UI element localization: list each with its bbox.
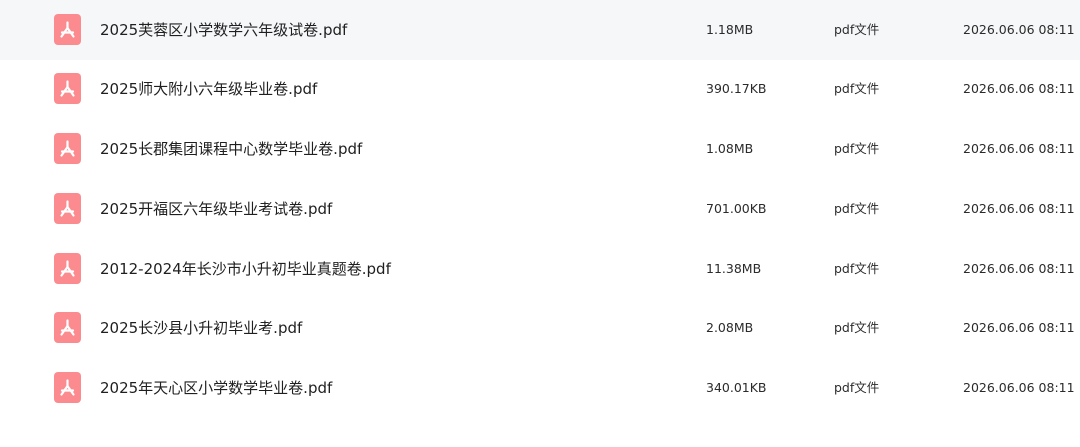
file-row[interactable]: 2025芙蓉区小学数学六年级试卷.pdf 1.18MB pdf文件 2026.0… <box>0 0 1080 60</box>
file-list: 2025芙蓉区小学数学六年级试卷.pdf 1.18MB pdf文件 2026.0… <box>0 0 1080 447</box>
pdf-file-icon <box>54 253 81 284</box>
file-name[interactable]: 2025芙蓉区小学数学六年级试卷.pdf <box>100 19 347 41</box>
file-date: 2026.06.06 08:11 <box>963 201 1075 216</box>
file-date: 2026.06.06 08:11 <box>963 81 1075 96</box>
file-size: 11.38MB <box>706 261 762 276</box>
file-size: 701.00KB <box>706 201 767 216</box>
file-type: pdf文件 <box>834 201 880 216</box>
file-row[interactable]: 2025年天心区小学数学毕业卷.pdf 340.01KB pdf文件 2026.… <box>0 358 1080 418</box>
pdf-file-icon <box>54 14 81 45</box>
file-size: 390.17KB <box>706 81 767 96</box>
file-date: 2026.06.06 08:11 <box>963 22 1075 37</box>
file-date: 2026.06.06 08:11 <box>963 261 1075 276</box>
file-row[interactable]: 2025师大附小六年级毕业卷.pdf 390.17KB pdf文件 2026.0… <box>0 59 1080 119</box>
pdf-file-icon <box>54 133 81 164</box>
file-type: pdf文件 <box>834 380 880 395</box>
pdf-file-icon <box>54 73 81 104</box>
file-name[interactable]: 2012-2024年长沙市小升初毕业真题卷.pdf <box>100 258 391 280</box>
pdf-file-icon <box>54 312 81 343</box>
file-row[interactable]: 2025开福区六年级毕业考试卷.pdf 701.00KB pdf文件 2026.… <box>0 179 1080 239</box>
file-type: pdf文件 <box>834 141 880 156</box>
pdf-file-icon <box>54 372 81 403</box>
file-date: 2026.06.06 08:11 <box>963 380 1075 395</box>
pdf-file-icon <box>54 193 81 224</box>
file-name[interactable]: 2025师大附小六年级毕业卷.pdf <box>100 78 317 100</box>
file-size: 2.08MB <box>706 320 754 335</box>
file-type: pdf文件 <box>834 22 880 37</box>
file-name[interactable]: 2025开福区六年级毕业考试卷.pdf <box>100 198 332 220</box>
file-type: pdf文件 <box>834 81 880 96</box>
file-name[interactable]: 2025年天心区小学数学毕业卷.pdf <box>100 377 332 399</box>
file-name[interactable]: 2025长沙县小升初毕业考.pdf <box>100 317 302 339</box>
file-date: 2026.06.06 08:11 <box>963 141 1075 156</box>
file-size: 1.08MB <box>706 141 754 156</box>
file-row[interactable]: 2025长郡集团课程中心数学毕业卷.pdf 1.08MB pdf文件 2026.… <box>0 119 1080 179</box>
file-size: 340.01KB <box>706 380 767 395</box>
file-size: 1.18MB <box>706 22 754 37</box>
file-name[interactable]: 2025长郡集团课程中心数学毕业卷.pdf <box>100 138 362 160</box>
file-row[interactable]: 2012-2024年长沙市小升初毕业真题卷.pdf 11.38MB pdf文件 … <box>0 239 1080 299</box>
file-date: 2026.06.06 08:11 <box>963 320 1075 335</box>
file-row[interactable]: 2025长沙县小升初毕业考.pdf 2.08MB pdf文件 2026.06.0… <box>0 298 1080 358</box>
file-type: pdf文件 <box>834 320 880 335</box>
file-type: pdf文件 <box>834 261 880 276</box>
